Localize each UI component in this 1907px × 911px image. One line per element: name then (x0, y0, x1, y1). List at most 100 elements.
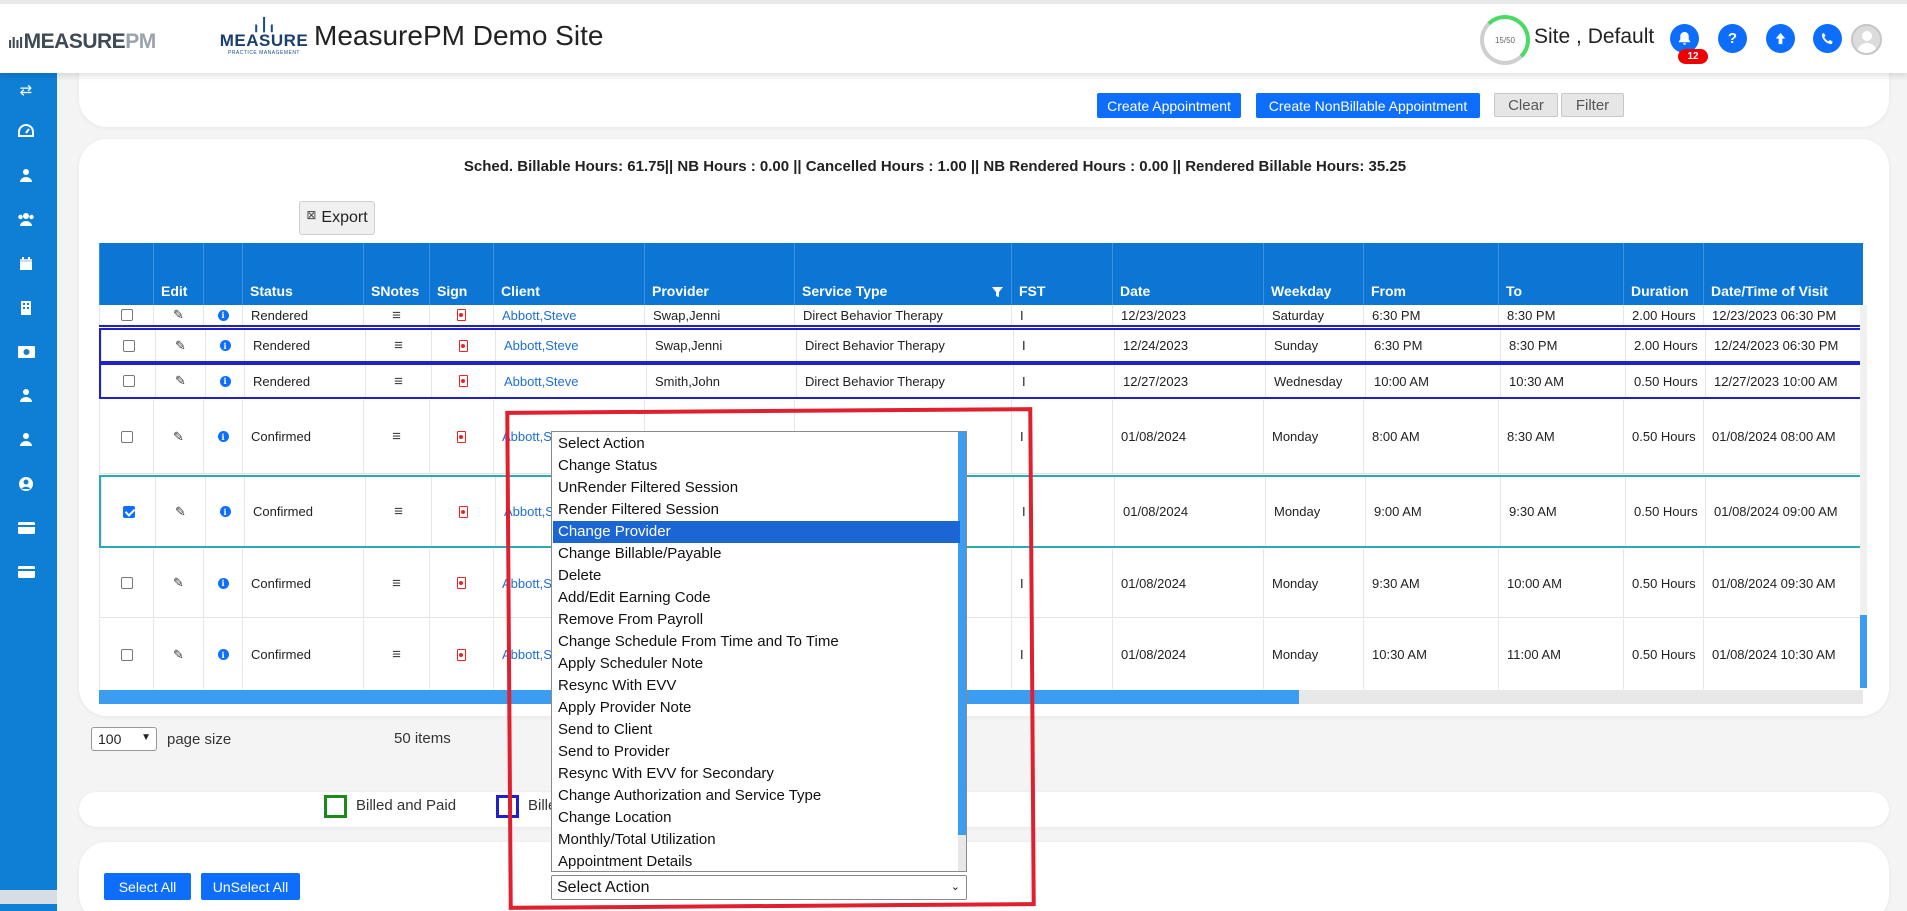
row-checkbox[interactable] (120, 648, 133, 661)
snotes-cell[interactable]: ≡ (363, 619, 429, 689)
sign-cell[interactable] (431, 330, 495, 361)
notes-menu-icon[interactable]: ≡ (392, 307, 401, 324)
export-button[interactable]: ⊠ Export (299, 201, 375, 235)
sign-cell[interactable] (429, 549, 493, 617)
card-icon[interactable] (15, 520, 37, 540)
users-icon[interactable] (15, 212, 37, 232)
sign-cell[interactable] (431, 477, 495, 546)
swap-icon[interactable]: ⇄ (15, 81, 37, 101)
notes-menu-icon[interactable]: ≡ (392, 646, 401, 663)
phone-icon[interactable] (1813, 24, 1842, 53)
signature-icon[interactable] (459, 339, 468, 352)
row-select-cell[interactable] (99, 619, 153, 689)
column-header-weekday[interactable]: Weekday (1263, 243, 1363, 305)
clear-button[interactable]: Clear (1494, 93, 1558, 117)
notes-menu-icon[interactable]: ≡ (392, 428, 401, 445)
signature-icon[interactable] (459, 375, 468, 387)
signature-icon[interactable] (459, 505, 468, 518)
info-cell[interactable]: i (205, 365, 244, 397)
vscroll-thumb[interactable] (1860, 615, 1867, 688)
column-header-from[interactable]: From (1363, 243, 1498, 305)
snotes-cell[interactable]: ≡ (365, 477, 431, 546)
measurepm-logo[interactable]: ılılMEASUREPM (8, 30, 156, 54)
sign-cell[interactable] (429, 305, 493, 325)
info-icon[interactable]: i (217, 577, 229, 589)
info-cell[interactable]: i (203, 305, 242, 325)
help-icon[interactable]: ? (1718, 24, 1747, 53)
snotes-cell[interactable]: ≡ (363, 305, 429, 325)
info-cell[interactable]: i (203, 400, 242, 473)
signature-icon[interactable] (457, 648, 466, 661)
column-header-fst[interactable]: FST (1011, 243, 1112, 305)
row-checkbox[interactable] (122, 375, 135, 387)
create-appointment-button[interactable]: Create Appointment (1097, 93, 1241, 118)
user-icon[interactable] (15, 168, 37, 188)
column-header-client[interactable]: Client (493, 243, 644, 305)
row-select-cell[interactable] (101, 365, 155, 397)
user-circle-icon[interactable] (15, 476, 37, 496)
signature-icon[interactable] (457, 430, 466, 443)
row-checkbox[interactable] (120, 309, 133, 321)
column-header-to[interactable]: To (1498, 243, 1623, 305)
client-link[interactable]: Abbott,Steve (493, 305, 644, 325)
pencil-edit-icon[interactable]: ✎ (175, 504, 186, 520)
pencil-edit-icon[interactable]: ✎ (173, 647, 184, 663)
column-header-edit[interactable]: Edit (153, 243, 203, 305)
row-checkbox[interactable] (120, 577, 133, 589)
grid-vertical-scrollbar[interactable] (1860, 305, 1867, 688)
dashboard-icon[interactable] (15, 123, 37, 144)
info-icon[interactable]: i (219, 506, 231, 517)
sidebar-scrollbar[interactable] (0, 890, 57, 904)
avatar[interactable] (1851, 24, 1882, 55)
info-cell[interactable]: i (205, 330, 244, 361)
pencil-edit-icon[interactable]: ✎ (173, 575, 184, 591)
info-cell[interactable]: i (205, 477, 244, 546)
notes-menu-icon[interactable]: ≡ (392, 575, 401, 592)
info-icon[interactable]: i (217, 431, 229, 442)
snotes-cell[interactable]: ≡ (365, 330, 431, 361)
column-header-duration[interactable]: Duration (1623, 243, 1703, 305)
row-select-cell[interactable] (99, 400, 153, 473)
person-icon[interactable] (15, 388, 37, 408)
notes-menu-icon[interactable]: ≡ (394, 337, 403, 354)
column-header-visit[interactable]: Date/Time of Visit (1703, 243, 1863, 305)
pencil-edit-icon[interactable]: ✎ (175, 373, 186, 389)
row-checkbox[interactable] (122, 505, 135, 518)
upload-icon[interactable] (1766, 24, 1795, 53)
snotes-cell[interactable]: ≡ (363, 549, 429, 617)
column-header-service-type[interactable]: Service Type (794, 243, 1011, 305)
client-link[interactable]: Abbott,Steve (495, 365, 646, 397)
table-row[interactable]: ✎ i Rendered ≡ Abbott,Steve Swap,Jenni Direct … (99, 328, 1863, 363)
column-header-sign[interactable]: Sign (429, 243, 493, 305)
sign-cell[interactable] (429, 400, 493, 473)
info-cell[interactable]: i (203, 619, 242, 689)
signature-icon[interactable] (457, 309, 466, 321)
select-all-button[interactable]: Select All (104, 873, 191, 900)
edit-cell[interactable]: ✎ (153, 549, 203, 617)
funnel-filter-icon[interactable] (992, 287, 1003, 301)
pencil-edit-icon[interactable]: ✎ (175, 338, 186, 354)
info-icon[interactable]: i (217, 649, 229, 660)
edit-cell[interactable]: ✎ (155, 477, 205, 546)
unselect-all-button[interactable]: UnSelect All (201, 873, 300, 900)
pencil-edit-icon[interactable]: ✎ (173, 429, 184, 445)
calendar-icon[interactable] (15, 256, 37, 276)
column-header-status[interactable]: Status (242, 243, 363, 305)
edit-cell[interactable]: ✎ (153, 305, 203, 325)
snotes-cell[interactable]: ≡ (363, 400, 429, 473)
info-icon[interactable]: i (219, 340, 231, 351)
signature-icon[interactable] (457, 577, 466, 589)
pencil-edit-icon[interactable]: ✎ (173, 307, 184, 323)
edit-cell[interactable]: ✎ (153, 400, 203, 473)
snotes-cell[interactable]: ≡ (365, 365, 431, 397)
sign-cell[interactable] (429, 619, 493, 689)
info-cell[interactable]: i (203, 549, 242, 617)
sign-cell[interactable] (431, 365, 495, 397)
info-icon[interactable]: i (219, 375, 231, 387)
client-link[interactable]: Abbott,Steve (495, 330, 646, 361)
column-header-provider[interactable]: Provider (644, 243, 794, 305)
info-icon[interactable]: i (217, 309, 229, 321)
column-header-snotes[interactable]: SNotes (363, 243, 429, 305)
row-checkbox[interactable] (120, 430, 133, 443)
edit-cell[interactable]: ✎ (155, 365, 205, 397)
